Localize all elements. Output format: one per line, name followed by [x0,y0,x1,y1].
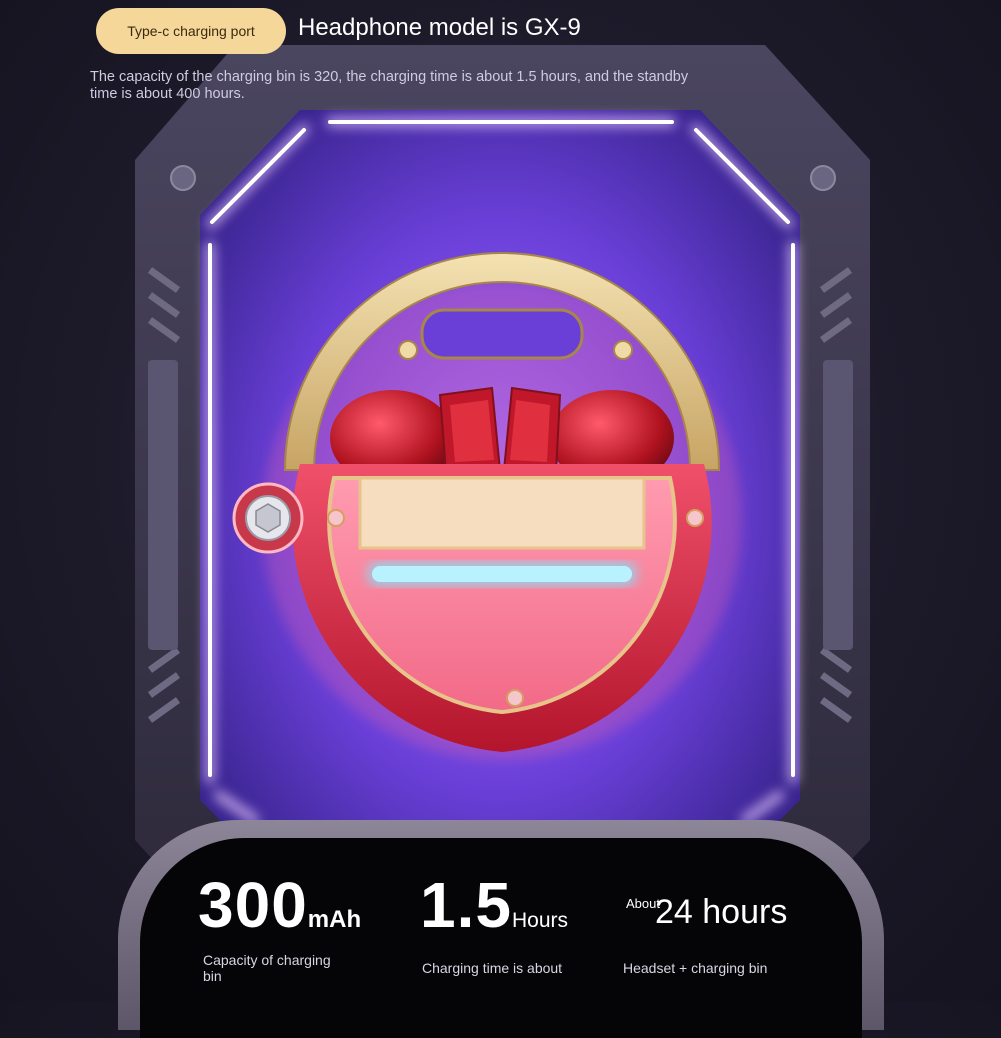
battery-capacity-caption: Capacity of charging bin [203,952,331,984]
standby-value: 24 hours [655,893,788,931]
charging-time-value: 1.5 [420,869,512,941]
charging-time-caption: Charging time is about [422,960,563,976]
spec-description: The capacity of the charging bin is 320,… [90,69,689,102]
charging-time-stat: 1.5Hours [420,868,568,942]
battery-capacity-unit: mAh [307,906,362,933]
battery-capacity-value: 300 [198,869,308,941]
battery-capacity-stat: 300mAh [198,868,361,942]
standby-caption: Headset + charging bin [623,960,768,976]
model-title: Headphone model is GX-9 [298,14,581,41]
charging-time-unit: Hours [511,909,568,932]
type-c-badge: Type-c charging port [96,8,286,54]
